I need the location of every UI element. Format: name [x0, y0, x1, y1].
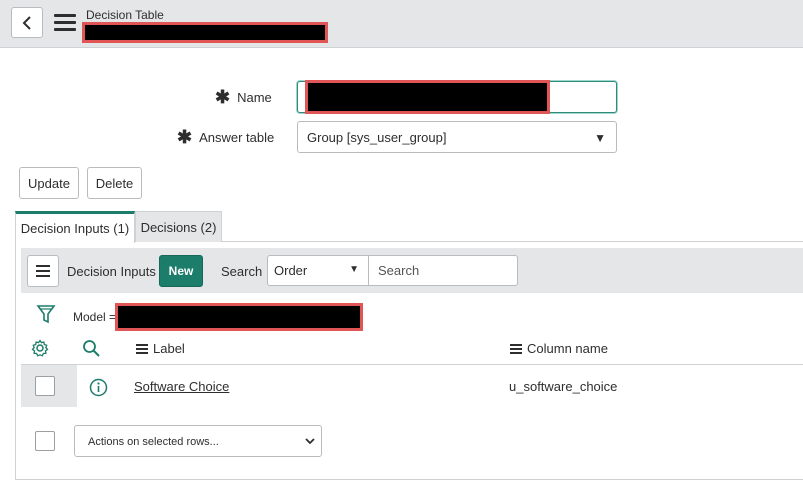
- search-input[interactable]: [368, 255, 518, 286]
- dropdown-arrow-icon: ▼: [349, 264, 359, 275]
- new-button[interactable]: New: [159, 255, 203, 287]
- filter-icon[interactable]: [36, 303, 56, 325]
- search-label: Search: [221, 264, 263, 279]
- answer-table-value: Group [sys_user_group]: [307, 130, 447, 145]
- header-divider: [21, 364, 803, 365]
- column-menu-icon[interactable]: [136, 342, 148, 356]
- actions-on-selected-select[interactable]: Actions on selected rows...: [74, 425, 322, 457]
- column-header-label[interactable]: Label: [136, 341, 185, 356]
- hamburger-icon: [36, 265, 50, 277]
- page-title: Decision Table: [86, 8, 164, 22]
- back-button[interactable]: [11, 7, 43, 38]
- tab-decisions[interactable]: Decisions (2): [135, 211, 222, 242]
- dropdown-arrow-icon: ▼: [594, 131, 606, 145]
- required-icon: ✱: [177, 127, 193, 147]
- gear-icon[interactable]: [31, 339, 49, 357]
- chevron-down-icon: [305, 438, 315, 445]
- row-checkbox[interactable]: [35, 376, 55, 396]
- list-menu-button[interactable]: [27, 255, 59, 287]
- answer-table-select[interactable]: Group [sys_user_group] ▼: [297, 121, 617, 153]
- required-icon: ✱: [215, 87, 231, 107]
- row-column-name: u_software_choice: [509, 379, 618, 394]
- redacted-name-value: [305, 80, 550, 114]
- name-label-group: ✱ Name: [215, 87, 272, 107]
- top-header: Decision Table: [0, 0, 803, 48]
- delete-button[interactable]: Delete: [87, 167, 142, 199]
- chevron-left-icon: [22, 15, 31, 30]
- redacted-model-value: [115, 303, 363, 331]
- column-menu-icon[interactable]: [510, 342, 522, 356]
- redacted-record-name: [82, 22, 328, 43]
- name-label: Name: [237, 90, 272, 105]
- search-field-value: Order: [274, 263, 308, 278]
- column-header-label-text: Label: [153, 341, 185, 356]
- hamburger-icon[interactable]: [54, 14, 76, 32]
- search-icon[interactable]: [82, 339, 101, 358]
- row-label-link[interactable]: Software Choice: [134, 379, 229, 394]
- select-all-checkbox[interactable]: [35, 431, 55, 451]
- filter-breadcrumb[interactable]: Model =: [73, 310, 116, 324]
- column-header-column-name-text: Column name: [527, 341, 608, 356]
- list-title: Decision Inputs: [67, 264, 156, 279]
- column-header-column-name[interactable]: Column name: [510, 341, 608, 356]
- answer-table-label-group: ✱ Answer table: [177, 127, 275, 147]
- actions-placeholder: Actions on selected rows...: [88, 436, 219, 448]
- tab-decision-inputs[interactable]: Decision Inputs (1): [15, 211, 135, 243]
- update-button[interactable]: Update: [19, 167, 79, 199]
- answer-table-label: Answer table: [199, 130, 275, 145]
- search-field-select[interactable]: Order ▼: [267, 255, 369, 286]
- info-icon[interactable]: [89, 378, 108, 397]
